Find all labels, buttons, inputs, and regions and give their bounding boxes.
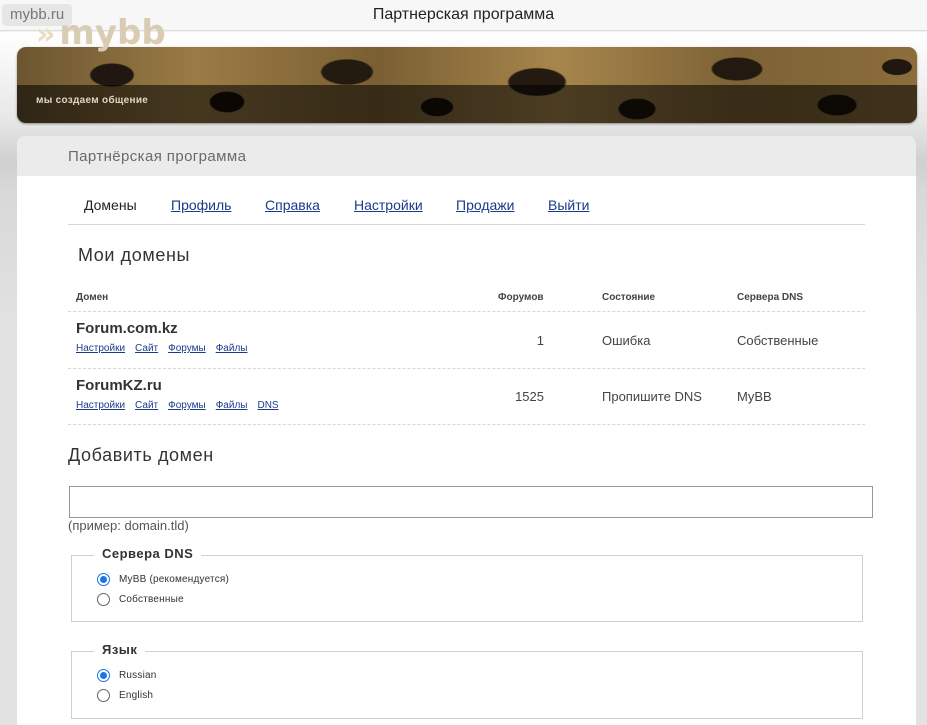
logo-slogan: мы создаем общение — [36, 95, 149, 106]
domain-dns: Собственные — [737, 333, 819, 348]
dns-servers-legend: Сервера DNS — [94, 546, 202, 561]
language-legend: Язык — [94, 642, 146, 657]
domain-state: Ошибка — [602, 333, 651, 348]
forums-count: 1 — [536, 333, 544, 348]
double-chevron-icon: » — [36, 17, 56, 52]
column-header-dns: Сервера DNS — [737, 292, 804, 303]
radio-label: Собственные — [119, 594, 184, 605]
radio-label: Russian — [119, 670, 157, 681]
domain-settings-link[interactable]: Настройки — [76, 400, 125, 411]
domain-site-link[interactable]: Сайт — [135, 343, 158, 354]
tab-help[interactable]: Справка — [265, 197, 320, 213]
tab-settings[interactable]: Настройки — [354, 197, 423, 213]
domain-files-link[interactable]: Файлы — [216, 400, 248, 411]
domain-site-link[interactable]: Сайт — [135, 400, 158, 411]
domain-actions: Настройки Сайт Форумы Файлы DNS — [76, 400, 289, 411]
page-title: Партнёрская программа — [68, 148, 247, 165]
row-divider — [68, 311, 865, 312]
dns-option-own[interactable]: Собственные — [97, 593, 184, 606]
radio-button[interactable] — [97, 593, 110, 606]
domain-files-link[interactable]: Файлы — [216, 343, 248, 354]
language-option-english[interactable]: English — [97, 689, 153, 702]
my-domains-title: Мои домены — [78, 245, 191, 265]
domain-state: Пропишите DNS — [602, 389, 702, 404]
mybb-logo[interactable]: » mybb — [36, 13, 166, 53]
language-option-russian[interactable]: Russian — [97, 669, 157, 682]
dns-servers-fieldset: Сервера DNS MyBB (рекомендуется) Собстве… — [71, 546, 863, 622]
tabs-divider — [68, 224, 865, 225]
card-header: Партнёрская программа — [17, 136, 916, 176]
tab-profile[interactable]: Профиль — [171, 197, 231, 213]
radio-button[interactable] — [97, 689, 110, 702]
domain-input-hint: (пример: domain.tld) — [68, 518, 189, 533]
domain-name: Forum.com.kz — [76, 320, 178, 337]
tab-logout[interactable]: Выйти — [548, 197, 589, 213]
tab-sales[interactable]: Продажи — [456, 197, 514, 213]
language-fieldset: Язык Russian English — [71, 642, 863, 719]
column-header-state: Состояние — [602, 292, 656, 303]
tab-domains[interactable]: Домены — [84, 197, 137, 213]
domain-input[interactable] — [69, 486, 873, 518]
radio-label: MyBB (рекомендуется) — [119, 574, 230, 585]
site-banner — [17, 47, 917, 123]
column-header-domain: Домен — [76, 292, 109, 303]
domain-forums-link[interactable]: Форумы — [168, 400, 206, 411]
dns-option-mybb[interactable]: MyBB (рекомендуется) — [97, 573, 229, 586]
domain-actions: Настройки Сайт Форумы Файлы — [76, 343, 257, 354]
logo-wordmark: mybb — [59, 13, 166, 53]
domain-dns: MyBB — [737, 389, 772, 404]
forums-count: 1525 — [515, 389, 544, 404]
radio-button-checked[interactable] — [97, 573, 110, 586]
add-domain-title: Добавить домен — [68, 445, 214, 465]
radio-label: English — [119, 690, 154, 701]
row-divider — [68, 424, 865, 425]
row-divider — [68, 368, 865, 369]
domain-dns-link[interactable]: DNS — [257, 400, 278, 411]
column-header-forums: Форумов — [498, 292, 544, 303]
domain-name: ForumKZ.ru — [76, 377, 162, 394]
domain-forums-link[interactable]: Форумы — [168, 343, 206, 354]
radio-button-checked[interactable] — [97, 669, 110, 682]
domain-settings-link[interactable]: Настройки — [76, 343, 125, 354]
